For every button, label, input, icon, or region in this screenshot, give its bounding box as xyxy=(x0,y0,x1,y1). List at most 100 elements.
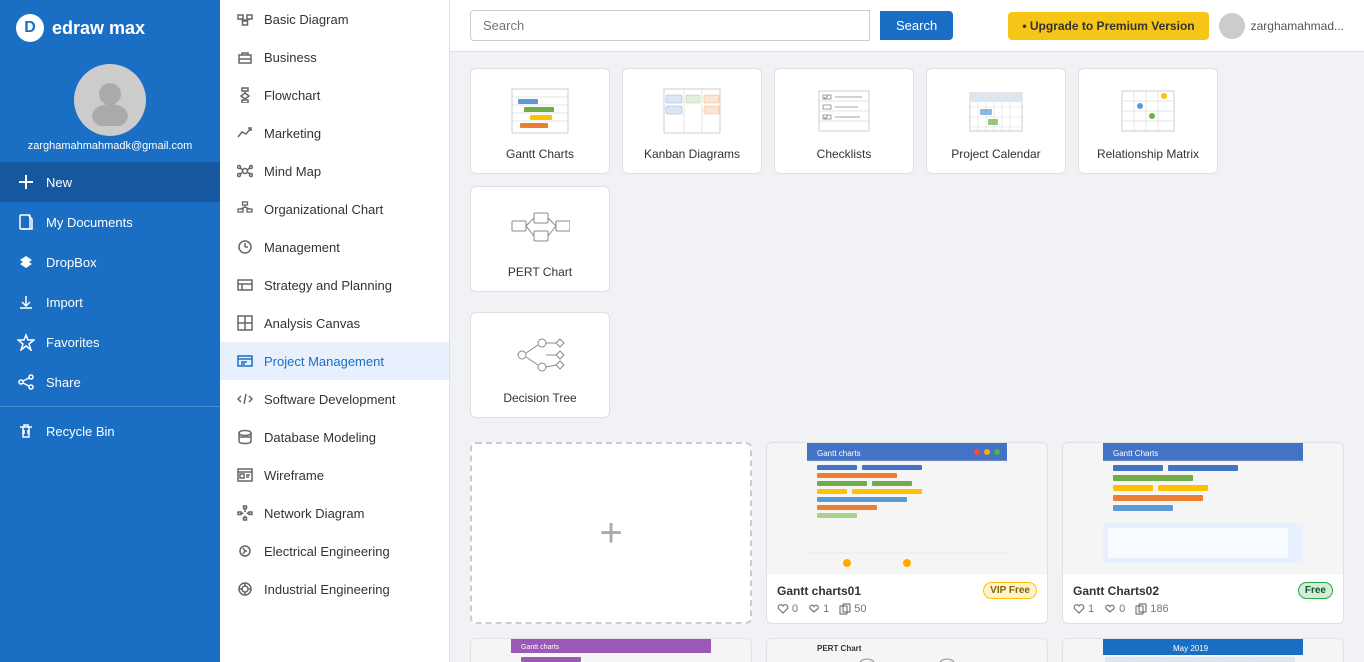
gantt02-stats: 1 0 186 xyxy=(1073,603,1333,615)
template-card-kanban[interactable]: Kanban Diagrams xyxy=(622,68,762,174)
gantt01-hearts: 1 xyxy=(808,603,829,615)
new-icon xyxy=(16,172,36,192)
search-button[interactable]: Search xyxy=(880,11,953,40)
gantt02-hearts: 0 xyxy=(1104,603,1125,615)
industrial-icon xyxy=(236,580,254,598)
kanban-label: Kanban Diagrams xyxy=(644,147,740,161)
project-card-gantt01[interactable]: Gantt charts xyxy=(766,442,1048,624)
pert-icon xyxy=(508,203,572,255)
svg-text:Gantt charts: Gantt charts xyxy=(817,449,861,458)
calendar-icon xyxy=(964,85,1028,137)
gantt01-likes: 0 xyxy=(777,603,798,615)
svg-text:PERT Chart: PERT Chart xyxy=(817,644,862,653)
logo-icon: D xyxy=(16,14,44,42)
pert-label: PERT Chart xyxy=(508,265,572,279)
project-cards-grid: + Gantt charts xyxy=(470,442,1344,662)
app-logo: D edraw max xyxy=(0,0,220,56)
middle-item-project-management[interactable]: Project Management xyxy=(220,342,449,380)
middle-item-marketing-label: Marketing xyxy=(264,126,321,141)
sidebar-item-share-label: Share xyxy=(46,375,81,390)
software-dev-icon xyxy=(236,390,254,408)
sidebar-nav: New My Documents DropBox Import xyxy=(0,162,220,451)
middle-item-management[interactable]: Management xyxy=(220,228,449,266)
middle-item-strategy-label: Strategy and Planning xyxy=(264,278,392,293)
middle-panel: Basic Diagram Business Flowchart Marketi… xyxy=(220,0,450,662)
middle-item-basic-diagram[interactable]: Basic Diagram xyxy=(220,0,449,38)
user-email: zarghamahmahmadk@gmail.com xyxy=(20,140,201,152)
relation-icon xyxy=(1116,85,1180,137)
middle-item-software-dev[interactable]: Software Development xyxy=(220,380,449,418)
middle-item-org-chart[interactable]: Organizational Chart xyxy=(220,190,449,228)
new-card-plus: + xyxy=(599,511,622,556)
middle-item-analysis[interactable]: Analysis Canvas xyxy=(220,304,449,342)
gantt02-likes: 1 xyxy=(1073,603,1094,615)
middle-item-project-management-label: Project Management xyxy=(264,354,384,369)
middle-item-mind-map-label: Mind Map xyxy=(264,164,321,179)
sidebar: D edraw max zarghamahmahmadk@gmail.com N… xyxy=(0,0,220,662)
middle-item-database[interactable]: Database Modeling xyxy=(220,418,449,456)
network-icon xyxy=(236,504,254,522)
middle-item-industrial-label: Industrial Engineering xyxy=(264,582,390,597)
template-card-checklist[interactable]: Checklists xyxy=(774,68,914,174)
wireframe-icon xyxy=(236,466,254,484)
sidebar-item-favorites[interactable]: Favorites xyxy=(0,322,220,362)
template-card-gantt[interactable]: Gantt Charts xyxy=(470,68,610,174)
middle-item-basic-diagram-label: Basic Diagram xyxy=(264,12,349,27)
sidebar-item-my-documents[interactable]: My Documents xyxy=(0,202,220,242)
middle-item-network[interactable]: Network Diagram xyxy=(220,494,449,532)
project-card-gantt02[interactable]: Gantt Charts Gantt xyxy=(1062,442,1344,624)
project-card-new[interactable]: + xyxy=(470,442,752,624)
project-card-gantt02-info: Gantt Charts02 Free 1 0 xyxy=(1063,573,1343,623)
decision-label: Decision Tree xyxy=(503,391,576,405)
flowchart-icon xyxy=(236,86,254,104)
sidebar-item-favorites-label: Favorites xyxy=(46,335,99,350)
calendar-label: Project Calendar xyxy=(951,147,1040,161)
sidebar-item-dropbox-label: DropBox xyxy=(46,255,97,270)
electrical-icon xyxy=(236,542,254,560)
sidebar-item-new[interactable]: New xyxy=(0,162,220,202)
middle-item-wireframe[interactable]: Wireframe xyxy=(220,456,449,494)
middle-item-electrical[interactable]: Electrical Engineering xyxy=(220,532,449,570)
project-card-gantt01-preview: Gantt charts xyxy=(767,443,1047,573)
kanban-icon xyxy=(660,85,724,137)
middle-item-marketing[interactable]: Marketing xyxy=(220,114,449,152)
middle-item-strategy[interactable]: Strategy and Planning xyxy=(220,266,449,304)
project-card-calendar01[interactable]: May 2019 xyxy=(1062,638,1344,662)
sidebar-item-share[interactable]: Share xyxy=(0,362,220,402)
sidebar-item-import[interactable]: Import xyxy=(0,282,220,322)
gantt-icon xyxy=(508,85,572,137)
middle-item-mind-map[interactable]: Mind Map xyxy=(220,152,449,190)
middle-item-business[interactable]: Business xyxy=(220,38,449,76)
checklist-icon xyxy=(812,85,876,137)
content-area: Gantt Charts Kanban Diagra xyxy=(450,52,1364,662)
template-card-pert[interactable]: PERT Chart xyxy=(470,186,610,292)
middle-item-industrial[interactable]: Industrial Engineering xyxy=(220,570,449,608)
template-card-decision[interactable]: Decision Tree xyxy=(470,312,610,418)
middle-item-flowchart[interactable]: Flowchart xyxy=(220,76,449,114)
project-card-gantt02-preview: Gantt Charts xyxy=(1063,443,1343,573)
upgrade-button[interactable]: Upgrade to Premium Version xyxy=(1008,12,1208,40)
documents-icon xyxy=(16,212,36,232)
middle-item-management-label: Management xyxy=(264,240,340,255)
template-card-calendar[interactable]: Project Calendar xyxy=(926,68,1066,174)
middle-item-business-label: Business xyxy=(264,50,317,65)
database-icon xyxy=(236,428,254,446)
user-avatar xyxy=(1219,13,1245,39)
sidebar-item-my-documents-label: My Documents xyxy=(46,215,133,230)
header: Search Upgrade to Premium Version zargha… xyxy=(450,0,1364,52)
svg-text:Gantt Charts: Gantt Charts xyxy=(1113,449,1158,458)
user-area: zarghamahmad... xyxy=(1219,13,1344,39)
project-card-gantt03[interactable]: Gantt charts xyxy=(470,638,752,662)
middle-item-electrical-label: Electrical Engineering xyxy=(264,544,390,559)
middle-item-analysis-label: Analysis Canvas xyxy=(264,316,360,331)
main-content: Search Upgrade to Premium Version zargha… xyxy=(450,0,1364,662)
template-card-relation[interactable]: Relationship Matrix xyxy=(1078,68,1218,174)
mind-map-icon xyxy=(236,162,254,180)
project-card-gantt01-info: Gantt charts01 VIP Free 0 1 xyxy=(767,573,1047,623)
sidebar-item-recycle-bin[interactable]: Recycle Bin xyxy=(0,411,220,451)
management-icon xyxy=(236,238,254,256)
project-card-pert01[interactable]: PERT Chart xyxy=(766,638,1048,662)
search-input[interactable] xyxy=(470,10,870,41)
sidebar-item-dropbox[interactable]: DropBox xyxy=(0,242,220,282)
share-icon xyxy=(16,372,36,392)
